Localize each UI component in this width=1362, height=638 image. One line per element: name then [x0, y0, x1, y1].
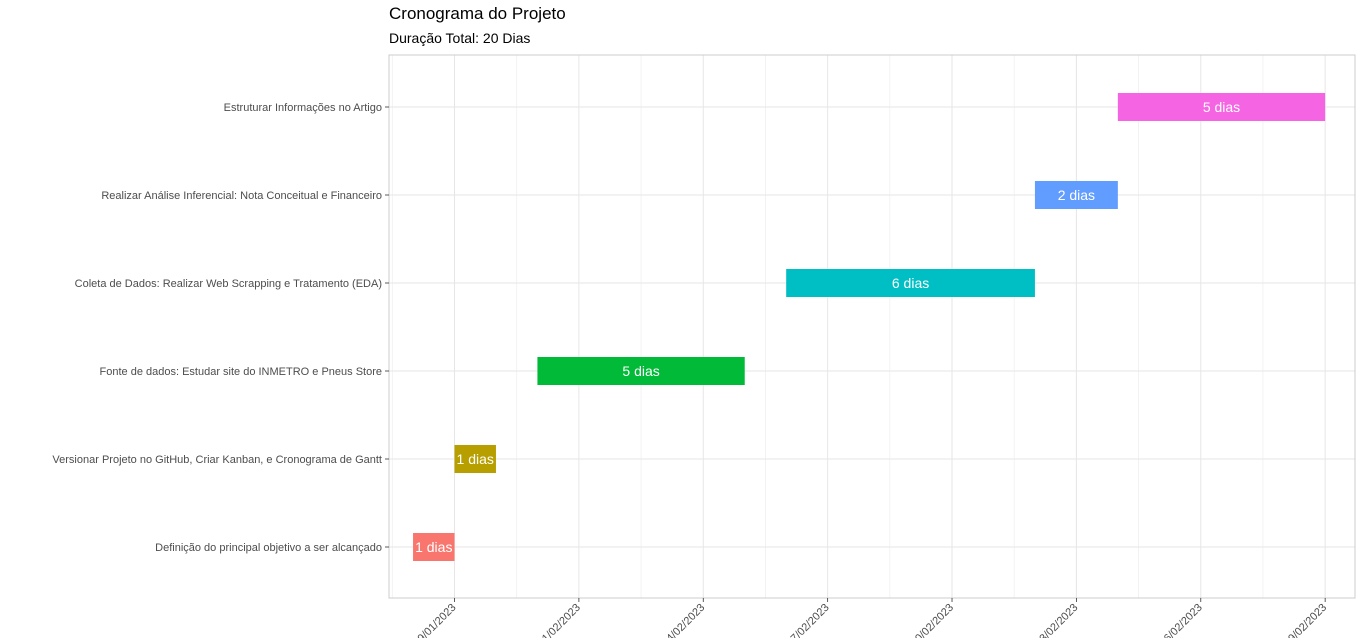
x-tick-label: 13/02/2023	[1033, 602, 1080, 638]
x-tick-label: 19/02/2023	[1282, 602, 1329, 638]
x-tick-label: 01/02/2023	[536, 602, 583, 638]
panel-border	[388, 54, 1356, 599]
x-tick-label: 16/02/2023	[1157, 602, 1204, 638]
bar-duration-label: 2 dias	[1058, 187, 1095, 203]
x-tick-label: 04/02/2023	[660, 602, 707, 638]
y-tick-label: Definição do principal objetivo a ser al…	[155, 542, 382, 554]
bar-layer: 1 dias 1 dias 5 dias 6 dias 2 dias 5 dias	[413, 93, 1326, 561]
bar-duration-label: 1 dias	[415, 539, 452, 555]
x-tick-label: 07/02/2023	[784, 602, 831, 638]
bar-duration-label: 1 dias	[457, 451, 494, 467]
y-tick-label: Versionar Projeto no GitHub, Criar Kanba…	[52, 454, 382, 466]
bar-duration-label: 6 dias	[892, 275, 929, 291]
y-tick-label: Realizar Análise Inferencial: Nota Conce…	[101, 190, 382, 202]
bar-duration-label: 5 dias	[1203, 99, 1240, 115]
x-tick-label: 10/02/2023	[909, 602, 956, 638]
y-tick-label: Coleta de Dados: Realizar Web Scrapping …	[75, 278, 382, 290]
gantt-chart: 1 dias 1 dias 5 dias 6 dias 2 dias 5 dias Def…	[52, 54, 1356, 638]
y-tick-label: Fonte de dados: Estudar site do INMETRO …	[100, 366, 382, 378]
y-tick-label: Estruturar Informações no Artigo	[224, 102, 382, 114]
grid-layer	[389, 55, 1355, 598]
bar-duration-label: 5 dias	[622, 363, 659, 379]
x-tick-label: 29/01/2023	[411, 602, 458, 638]
